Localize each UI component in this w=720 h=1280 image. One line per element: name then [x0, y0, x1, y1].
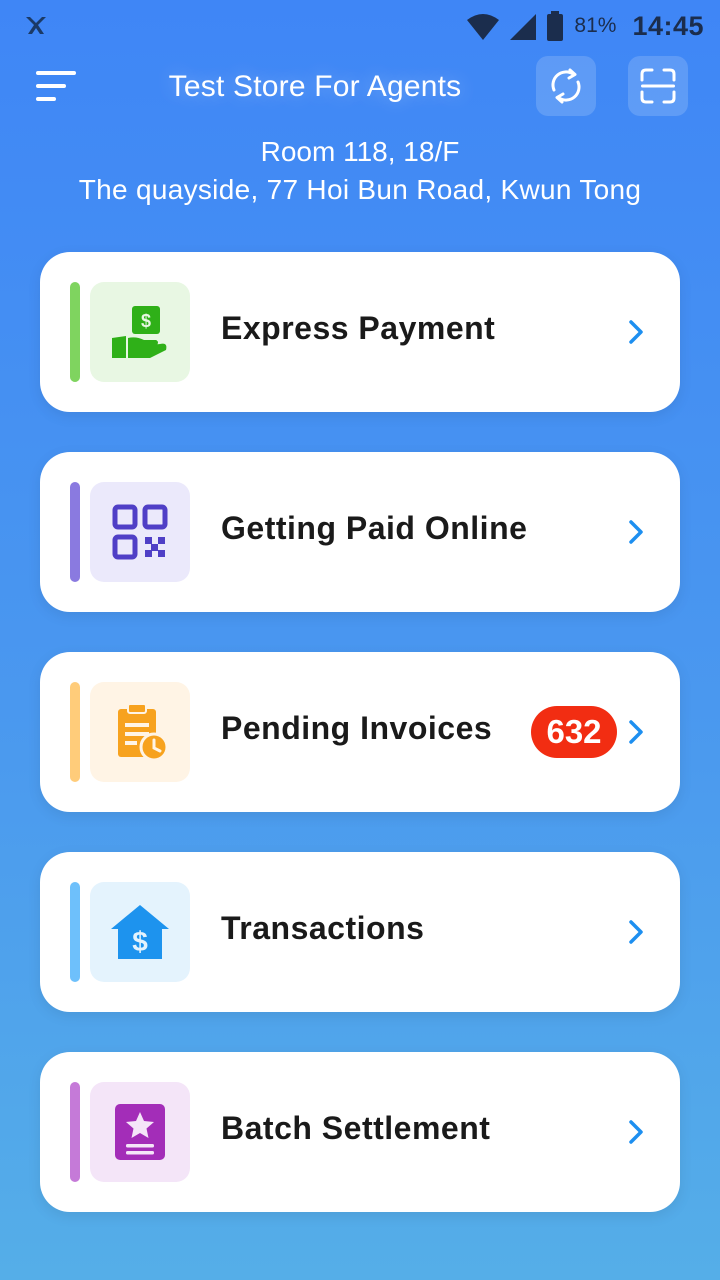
pending-invoices-count-badge: 632: [531, 706, 617, 758]
battery-icon: [547, 11, 564, 41]
status-time: 14:45: [632, 10, 704, 41]
store-address-line2: The quayside, 77 Hoi Bun Road, Kwun Tong: [78, 174, 642, 205]
battery-percentage: 81%: [574, 14, 617, 37]
svg-text:$: $: [141, 311, 151, 331]
scan-icon: [640, 68, 676, 104]
store-address-line1: Room 118, 18/F: [260, 136, 460, 167]
card-accent-bar: [70, 482, 80, 582]
chevron-right-icon: [629, 320, 643, 344]
batch-settlement-label: Batch Settlement: [221, 1110, 491, 1146]
wifi-icon: [467, 14, 500, 40]
express-payment-icon-box: $: [90, 282, 190, 382]
card-accent-bar: [70, 682, 80, 782]
qr-code-icon: [112, 504, 168, 560]
status-icons: 81% 14:45: [466, 8, 704, 44]
batch-settlement-card[interactable]: Batch Settlement: [40, 1052, 680, 1212]
refresh-icon: [551, 68, 581, 104]
express-payment-card[interactable]: $ Express Payment: [40, 252, 680, 412]
menu-button[interactable]: [34, 68, 78, 104]
status-bar: 81% 14:45: [0, 0, 720, 52]
card-accent-bar: [70, 282, 80, 382]
getting-paid-online-card[interactable]: Getting Paid Online: [40, 452, 680, 612]
express-payment-label: Express Payment: [221, 310, 496, 346]
store-title: Test Store For Agents: [168, 70, 462, 103]
scan-button[interactable]: [628, 56, 688, 116]
signal-icon: [510, 14, 537, 40]
pending-invoices-card[interactable]: Pending Invoices 632: [40, 652, 680, 812]
chevron-right-icon: [629, 920, 643, 944]
transactions-label: Transactions: [221, 910, 425, 946]
menu-icon: [36, 71, 76, 101]
top-app-bar: Test Store For Agents: [0, 52, 720, 124]
app-logo-icon: [26, 17, 46, 34]
pending-invoices-label: Pending Invoices: [221, 710, 493, 746]
transactions-card[interactable]: $ Transactions: [40, 852, 680, 1012]
svg-text:$: $: [132, 926, 148, 957]
house-dollar-icon: $: [111, 905, 169, 959]
card-accent-bar: [70, 1082, 80, 1182]
chevron-right-icon: [629, 520, 643, 544]
batch-settlement-icon-box: [90, 1082, 190, 1182]
pending-invoices-icon-box: [90, 682, 190, 782]
chevron-right-icon: [629, 1120, 643, 1144]
cash-hand-icon: $: [112, 306, 167, 358]
transactions-icon-box: $: [90, 882, 190, 982]
star-document-icon: [115, 1104, 165, 1160]
clipboard-clock-icon: [118, 703, 169, 762]
refresh-button[interactable]: [536, 56, 596, 116]
getting-paid-online-label: Getting Paid Online: [221, 510, 528, 546]
card-accent-bar: [70, 882, 80, 982]
chevron-right-icon: [629, 720, 643, 744]
getting-paid-online-icon-box: [90, 482, 190, 582]
